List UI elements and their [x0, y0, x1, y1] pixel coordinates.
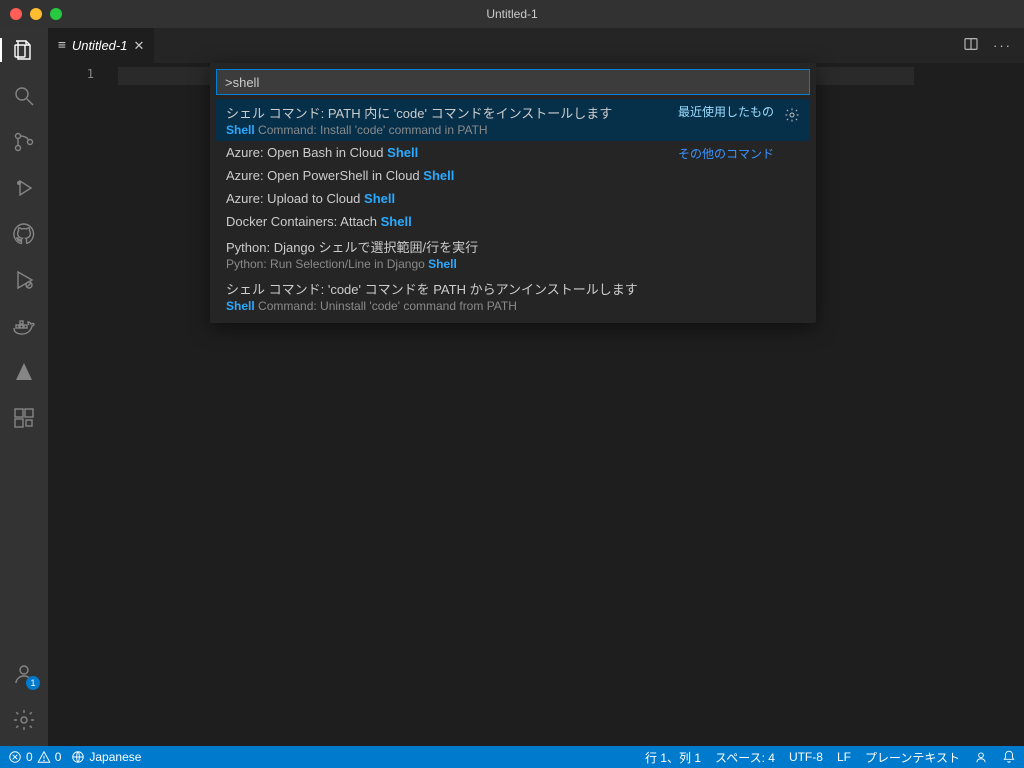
palette-group-label-other: その他のコマンド	[678, 145, 774, 162]
more-actions-icon[interactable]: ···	[993, 38, 1012, 53]
titlebar: Untitled-1	[0, 0, 1024, 28]
explorer-icon[interactable]	[12, 38, 36, 62]
debug-start-icon[interactable]	[12, 268, 36, 292]
status-notifications-icon[interactable]	[1002, 750, 1016, 764]
palette-item-title: Docker Containers: Attach Shell	[226, 214, 800, 229]
split-editor-icon[interactable]	[963, 36, 979, 55]
source-control-icon[interactable]	[12, 130, 36, 154]
palette-item[interactable]: その他のコマンド Azure: Open Bash in Cloud Shell	[216, 141, 810, 164]
palette-item[interactable]: 最近使用したもの シェル コマンド: PATH 内に 'code' コマンドをイ…	[216, 99, 810, 141]
palette-item-subtitle: Python: Run Selection/Line in Django She…	[226, 257, 800, 271]
palette-item-subtitle: Shell Command: Install 'code' command in…	[226, 123, 800, 137]
status-encoding[interactable]: UTF-8	[789, 750, 823, 764]
editor-actions: ···	[963, 28, 1024, 63]
zoom-window-button[interactable]	[50, 8, 62, 20]
status-feedback-icon[interactable]	[974, 750, 988, 764]
palette-item[interactable]: Python: Django シェルで選択範囲/行を実行 Python: Run…	[216, 233, 810, 275]
extensions-icon[interactable]	[12, 406, 36, 430]
accounts-badge: 1	[26, 676, 40, 690]
line-number: 1	[48, 67, 94, 81]
settings-gear-icon[interactable]	[12, 708, 36, 732]
tab-label: Untitled-1	[72, 38, 128, 53]
window-controls	[0, 8, 62, 20]
status-indentation[interactable]: スペース: 4	[715, 749, 775, 766]
palette-group-label-recent: 最近使用したもの	[678, 103, 774, 120]
status-eol[interactable]: LF	[837, 750, 851, 764]
minimize-window-button[interactable]	[30, 8, 42, 20]
github-icon[interactable]	[12, 222, 36, 246]
status-errors-count: 0	[26, 750, 33, 764]
palette-item[interactable]: シェル コマンド: 'code' コマンドを PATH からアンインストールしま…	[216, 275, 810, 317]
palette-item-title: シェル コマンド: 'code' コマンドを PATH からアンインストールしま…	[226, 279, 800, 298]
status-language-pack-label: Japanese	[89, 750, 141, 764]
command-palette-input[interactable]	[216, 69, 810, 95]
run-debug-icon[interactable]	[12, 176, 36, 200]
close-window-button[interactable]	[10, 8, 22, 20]
editor-tab[interactable]: ≡ Untitled-1 ✕	[48, 28, 155, 63]
status-language-pack[interactable]: Japanese	[71, 750, 141, 764]
palette-item[interactable]: Azure: Upload to Cloud Shell	[216, 187, 810, 210]
line-number-gutter: 1	[48, 63, 118, 81]
palette-item[interactable]: Azure: Open PowerShell in Cloud Shell	[216, 164, 810, 187]
status-warnings-count: 0	[55, 750, 62, 764]
palette-item-title: Azure: Upload to Cloud Shell	[226, 191, 800, 206]
palette-item-title: Azure: Open PowerShell in Cloud Shell	[226, 168, 800, 183]
palette-item[interactable]: Docker Containers: Attach Shell	[216, 210, 810, 233]
configure-keybinding-icon[interactable]	[784, 107, 800, 126]
palette-item-title: Python: Django シェルで選択範囲/行を実行	[226, 237, 800, 256]
accounts-icon[interactable]: 1	[12, 662, 36, 686]
azure-icon[interactable]	[12, 360, 36, 384]
tab-bar: ≡ Untitled-1 ✕ ···	[48, 28, 1024, 63]
command-palette: 最近使用したもの シェル コマンド: PATH 内に 'code' コマンドをイ…	[210, 63, 816, 323]
activity-bar: 1	[0, 28, 48, 746]
close-tab-icon[interactable]: ✕	[133, 38, 144, 54]
window-title: Untitled-1	[486, 7, 537, 21]
palette-item-subtitle: Shell Command: Uninstall 'code' command …	[226, 299, 800, 313]
command-palette-list: 最近使用したもの シェル コマンド: PATH 内に 'code' コマンドをイ…	[216, 99, 810, 317]
status-problems[interactable]: 0 0	[8, 750, 61, 764]
status-language-mode[interactable]: プレーンテキスト	[865, 749, 960, 766]
status-cursor-position[interactable]: 行 1、列 1	[645, 749, 701, 766]
status-bar: 0 0 Japanese 行 1、列 1 スペース: 4 UTF-8 LF プレ…	[0, 746, 1024, 768]
file-icon: ≡	[58, 38, 66, 53]
docker-icon[interactable]	[12, 314, 36, 338]
search-icon[interactable]	[12, 84, 36, 108]
